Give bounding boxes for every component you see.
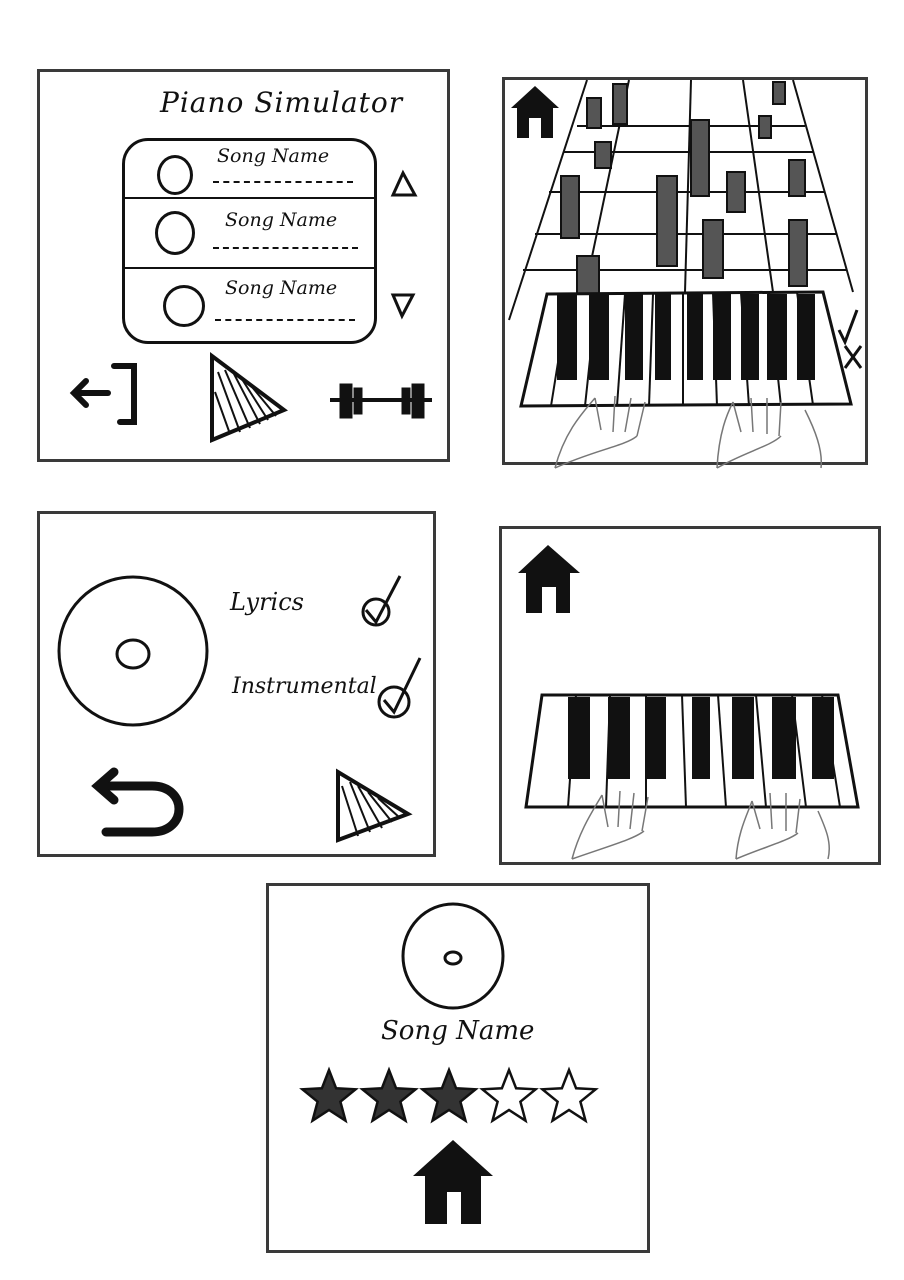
play-screen-layer [508, 79, 863, 469]
note-bar [576, 255, 600, 297]
dumbbell-icon[interactable] [330, 383, 432, 419]
note-bar [586, 97, 602, 129]
play-icon[interactable] [210, 352, 288, 443]
star-filled-icon [299, 1066, 359, 1124]
falling-notes [560, 81, 808, 297]
black-key [646, 697, 666, 779]
check-icon[interactable] [837, 309, 859, 346]
black-key [608, 697, 630, 779]
black-key [692, 697, 710, 779]
lyrics-checkbox[interactable] [361, 575, 402, 627]
black-key [767, 294, 787, 380]
option-label-lyrics: Lyrics [230, 588, 304, 616]
play-screen-frame [502, 77, 868, 469]
free-play-screen-frame [499, 526, 881, 865]
note-bar [788, 159, 806, 197]
scroll-up-triangle-icon[interactable] [390, 169, 418, 197]
note-bar [758, 115, 772, 139]
note-bar [560, 175, 580, 239]
menu-screen-frame: Piano Simulator Song Name Song Name Song… [37, 69, 450, 462]
exit-icon[interactable] [69, 363, 137, 425]
note-bar [690, 119, 710, 197]
note-bar [612, 83, 628, 125]
black-key [557, 294, 577, 380]
black-key [797, 294, 815, 380]
back-arrow-icon[interactable] [91, 767, 184, 837]
home-icon[interactable] [511, 86, 559, 138]
menu-icons-layer [69, 169, 432, 443]
result-screen-frame: Song Name [266, 883, 650, 1253]
disc-icon [57, 575, 209, 727]
black-key [687, 294, 703, 380]
black-key [812, 697, 834, 779]
option-label-instrumental: Instrumental [232, 674, 377, 699]
note-bar [726, 171, 746, 213]
note-bar [788, 219, 808, 287]
play-icon[interactable] [336, 768, 413, 843]
scroll-down-triangle-icon[interactable] [390, 293, 416, 320]
result-song-name: Song Name [381, 1016, 535, 1046]
instrumental-checkbox[interactable] [377, 657, 422, 719]
star-rating-layer [299, 1066, 599, 1124]
free-play-layer [518, 545, 860, 860]
star-empty-icon [479, 1066, 539, 1124]
black-key [625, 294, 643, 380]
piano-keyboard[interactable] [519, 290, 853, 408]
note-bar [702, 219, 724, 279]
black-key [732, 697, 754, 779]
black-key [589, 294, 609, 380]
black-key [568, 697, 590, 779]
star-filled-icon [419, 1066, 479, 1124]
black-key [741, 294, 759, 380]
black-key [655, 294, 671, 380]
note-bar [772, 81, 786, 105]
home-icon[interactable] [518, 545, 580, 613]
note-bar [594, 141, 612, 169]
note-bar [656, 175, 678, 267]
black-key [713, 294, 731, 380]
star-filled-icon [359, 1066, 419, 1124]
black-key [772, 697, 796, 779]
options-screen-frame: Lyrics Instrumental [37, 511, 436, 857]
disc-icon [401, 902, 505, 1010]
home-icon[interactable] [413, 1140, 493, 1224]
piano-keyboard[interactable] [524, 693, 860, 809]
close-icon[interactable] [843, 345, 863, 369]
star-rating [297, 1066, 599, 1126]
